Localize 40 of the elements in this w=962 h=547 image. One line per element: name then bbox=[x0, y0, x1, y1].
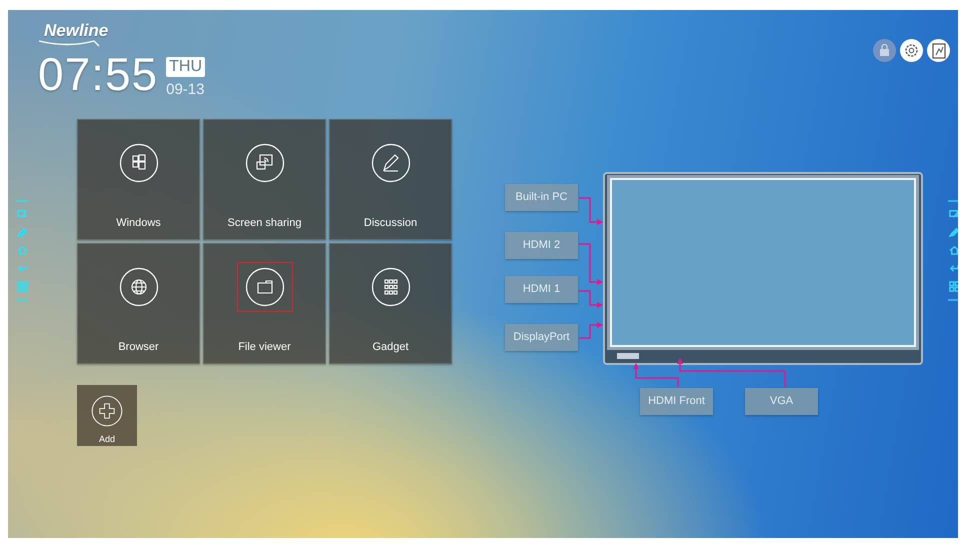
display-pen-icon[interactable] bbox=[948, 209, 958, 220]
tile-label: File viewer bbox=[238, 340, 291, 355]
connector-arrow bbox=[579, 322, 603, 339]
tile-label: Screen sharing bbox=[228, 216, 302, 231]
return-arrow-icon[interactable] bbox=[948, 263, 958, 274]
grid-icon[interactable] bbox=[948, 281, 958, 292]
app-tile[interactable]: File viewer bbox=[203, 243, 326, 364]
return-arrow-icon[interactable] bbox=[16, 263, 28, 274]
app-tile[interactable]: Gadget bbox=[329, 243, 452, 364]
connector-arrow bbox=[579, 243, 603, 285]
app-tile[interactable]: Discussion bbox=[329, 119, 452, 240]
add-tile[interactable]: Add bbox=[77, 385, 137, 446]
home-icon[interactable] bbox=[948, 245, 958, 256]
app-tile[interactable]: Browser bbox=[77, 243, 200, 364]
connector-arrow bbox=[579, 290, 603, 308]
whiteboard-button[interactable] bbox=[927, 39, 950, 62]
tile-label: Browser bbox=[118, 340, 159, 355]
date-label: 09-13 bbox=[166, 82, 206, 97]
pen-icon[interactable] bbox=[16, 227, 28, 238]
app-tile[interactable]: Screen sharing bbox=[203, 119, 326, 240]
app-tile[interactable]: Windows bbox=[77, 119, 200, 240]
swoosh-icon bbox=[38, 39, 100, 47]
screen-share-icon bbox=[244, 143, 284, 183]
plus-icon bbox=[91, 395, 123, 427]
settings-button[interactable] bbox=[900, 39, 923, 62]
home-icon[interactable] bbox=[16, 245, 28, 256]
weekday-label: THU bbox=[166, 57, 206, 77]
tile-label: Discussion bbox=[364, 216, 418, 231]
tile-label: Windows bbox=[116, 216, 161, 231]
tile-label: Gadget bbox=[372, 340, 409, 355]
pencil-icon bbox=[370, 143, 410, 183]
clock-time: 07:55 bbox=[38, 51, 158, 97]
windows-icon bbox=[118, 143, 158, 183]
globe-icon bbox=[118, 267, 158, 307]
folder-icon bbox=[244, 267, 284, 307]
apps-icon bbox=[370, 267, 410, 307]
display-pen-icon[interactable] bbox=[16, 209, 28, 220]
connector-arrow bbox=[579, 197, 603, 225]
pen-icon[interactable] bbox=[948, 227, 958, 238]
logo-text: Newline bbox=[44, 22, 110, 39]
